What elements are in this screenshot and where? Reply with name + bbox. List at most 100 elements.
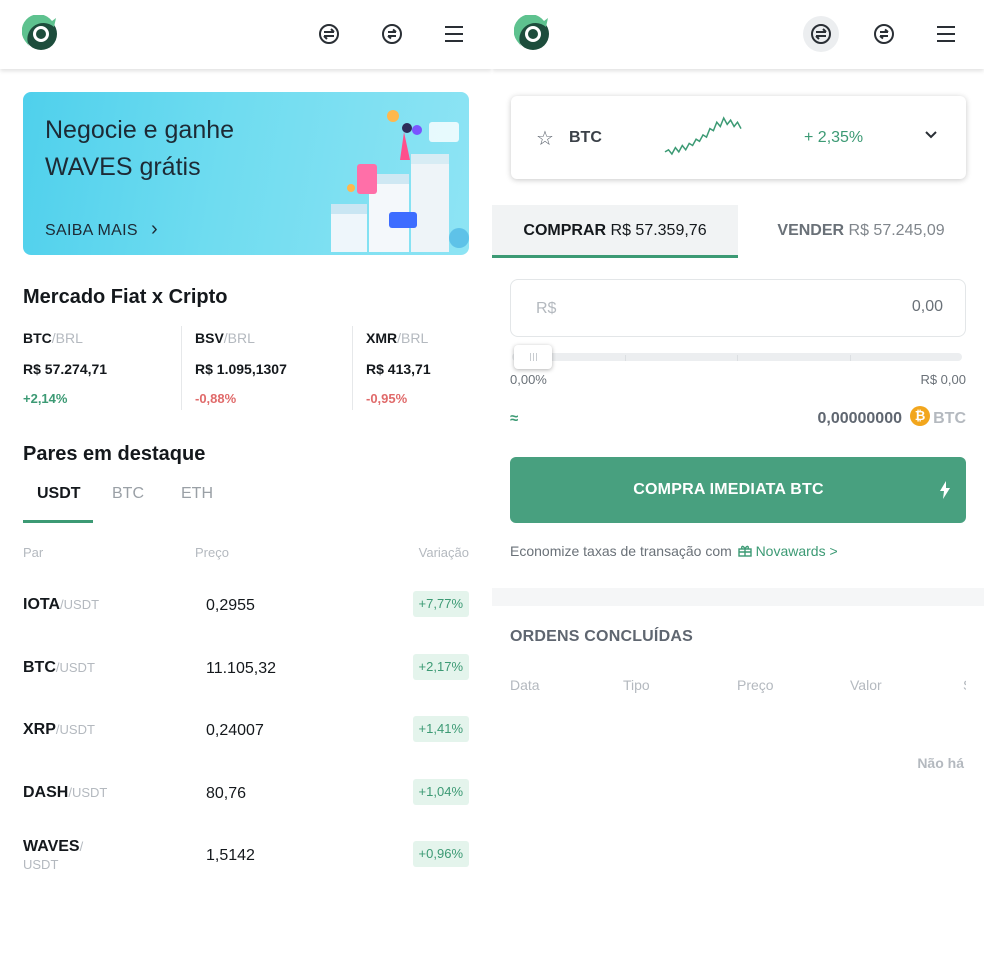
banner-illustration	[331, 110, 469, 252]
swap-icon[interactable]	[803, 16, 839, 52]
buy-sell-tabs: COMPRAR R$ 57.359,76 VENDER R$ 57.245,09	[492, 205, 984, 258]
active-tab-indicator	[23, 520, 93, 523]
pair-price: 11.105,32	[206, 660, 276, 677]
market-price: R$ 1.095,1307	[195, 361, 287, 377]
empty-orders-message: Não há	[917, 755, 964, 771]
pair-change-badge: +2,17%	[412, 654, 469, 680]
menu-icon[interactable]	[928, 16, 964, 52]
app-header	[0, 0, 492, 69]
table-row[interactable]: BTC/USDT 11.105,32 +2,17%	[23, 651, 469, 691]
currency-label: R$	[536, 300, 557, 317]
trade-screen: ☆ BTC + 2,35% COMPRAR R$ 57.359,76 VENDE…	[492, 0, 984, 955]
logo-icon[interactable]	[22, 15, 60, 53]
instant-buy-label: COMPRA IMEDIATA BTC	[633, 481, 824, 498]
lightning-icon	[940, 481, 950, 499]
amount-field[interactable]: R$	[510, 279, 966, 337]
star-icon[interactable]: ☆	[536, 126, 554, 151]
chevron-right-icon: ›	[151, 218, 158, 240]
pair-name: XRP/USDT	[23, 721, 95, 738]
featured-title: Pares em destaque	[23, 443, 206, 465]
approx-sign: ≈	[510, 410, 519, 427]
ticker-symbol: BTC	[569, 129, 602, 146]
slider-max-label: R$ 0,00	[920, 372, 966, 387]
menu-icon[interactable]	[436, 16, 472, 52]
pair-change-badge: +0,96%	[412, 841, 469, 867]
app-header	[492, 0, 984, 69]
header-type: Tipo	[623, 677, 650, 693]
section-divider	[492, 588, 984, 606]
market-price: R$ 413,71	[366, 361, 431, 377]
fiat-market-list: BTC/BRL R$ 57.274,71 +2,14% BSV/BRL R$ 1…	[23, 326, 469, 410]
estimated-value: 0,00000000	[817, 410, 902, 427]
pair-price: 80,76	[206, 785, 247, 802]
header-date: Data	[510, 677, 540, 693]
logo-icon[interactable]	[514, 15, 552, 53]
promo-banner[interactable]: Negocie e ganhe WAVES grátis SAIBA MAIS …	[23, 92, 469, 255]
estimated-symbol: BTC	[933, 410, 966, 427]
banner-cta[interactable]: SAIBA MAIS	[45, 222, 138, 240]
table-row[interactable]: DASH/USDT 80,76 +1,04%	[23, 776, 469, 816]
chevron-down-icon[interactable]	[922, 126, 940, 144]
slider-tick	[625, 355, 626, 361]
market-title: Mercado Fiat x Cripto	[23, 286, 228, 308]
market-pair: BSV/BRL	[195, 330, 255, 346]
table-row[interactable]: WAVES/USDT 1,5142 +0,96%	[23, 838, 469, 878]
estimated-amount: 0,00000000 ₿ BTC	[766, 406, 966, 430]
market-change: -0,95%	[366, 391, 408, 406]
market-item[interactable]: XMR/BRL R$ 413,71 -0,95%	[352, 326, 492, 410]
slider-tick	[737, 355, 738, 361]
swap-icon[interactable]	[311, 16, 347, 52]
promo-text: Economize taxas de transação com	[510, 543, 732, 559]
pair-name: BTC/USDT	[23, 659, 95, 676]
sparkline-line	[664, 116, 742, 156]
novawards-link[interactable]: Novawards >	[756, 543, 838, 559]
market-item[interactable]: BTC/BRL R$ 57.274,71 +2,14%	[23, 326, 173, 410]
sparkline-chart	[664, 116, 742, 156]
tab-sell[interactable]: VENDER R$ 57.245,09	[738, 205, 984, 258]
header-price: Preço	[195, 545, 229, 560]
grip-icon	[530, 353, 537, 361]
convert-icon[interactable]	[866, 16, 902, 52]
header-status: S	[963, 677, 966, 693]
instant-buy-button[interactable]: COMPRA IMEDIATA BTC	[510, 457, 966, 523]
orders-title: ORDENS CONCLUÍDAS	[510, 628, 693, 645]
table-row[interactable]: IOTA/USDT 0,2955 +7,77%	[23, 588, 469, 628]
market-screen: Negocie e ganhe WAVES grátis SAIBA MAIS …	[0, 0, 492, 955]
featured-tabs: USDT BTC ETH	[23, 480, 469, 524]
ticker-change: + 2,35%	[804, 129, 864, 146]
pair-name: DASH/USDT	[23, 784, 108, 801]
gift-icon	[737, 545, 752, 557]
pair-change-badge: +1,04%	[412, 779, 469, 805]
header-price: Preço	[737, 677, 774, 693]
market-pair: XMR/BRL	[366, 330, 429, 346]
market-item[interactable]: BSV/BRL R$ 1.095,1307 -0,88%	[181, 326, 331, 410]
pair-change-badge: +7,77%	[412, 591, 469, 617]
slider-min-label: 0,00%	[510, 372, 547, 387]
banner-title: Negocie e ganhe WAVES grátis	[45, 116, 235, 181]
pair-change-badge: +1,41%	[412, 716, 469, 742]
market-pair: BTC/BRL	[23, 330, 83, 346]
tab-btc[interactable]: BTC	[112, 485, 144, 503]
amount-input[interactable]	[743, 298, 943, 316]
pair-price: 1,5142	[206, 847, 255, 864]
market-change: +2,14%	[23, 391, 68, 406]
market-price: R$ 57.274,71	[23, 361, 108, 377]
slider-tick	[850, 355, 851, 361]
header-change: Variação	[418, 545, 469, 560]
table-row[interactable]: XRP/USDT 0,24007 +1,41%	[23, 713, 469, 753]
slider-handle[interactable]	[514, 345, 552, 369]
header-value: Valor	[850, 677, 882, 693]
pair-name: IOTA/USDT	[23, 596, 100, 613]
ticker-card[interactable]: ☆ BTC + 2,35%	[511, 96, 966, 179]
tab-usdt[interactable]: USDT	[37, 485, 81, 503]
convert-icon[interactable]	[374, 16, 410, 52]
tab-eth[interactable]: ETH	[181, 485, 213, 503]
promo-line: Economize taxas de transação com Novawar…	[510, 543, 838, 559]
amount-slider[interactable]	[512, 345, 962, 373]
header-pair: Par	[23, 545, 44, 560]
pair-price: 0,2955	[206, 597, 255, 614]
market-change: -0,88%	[195, 391, 237, 406]
bitcoin-icon: ₿	[910, 406, 930, 426]
pair-name: WAVES/USDT	[23, 838, 84, 872]
tab-buy[interactable]: COMPRAR R$ 57.359,76	[492, 205, 738, 258]
